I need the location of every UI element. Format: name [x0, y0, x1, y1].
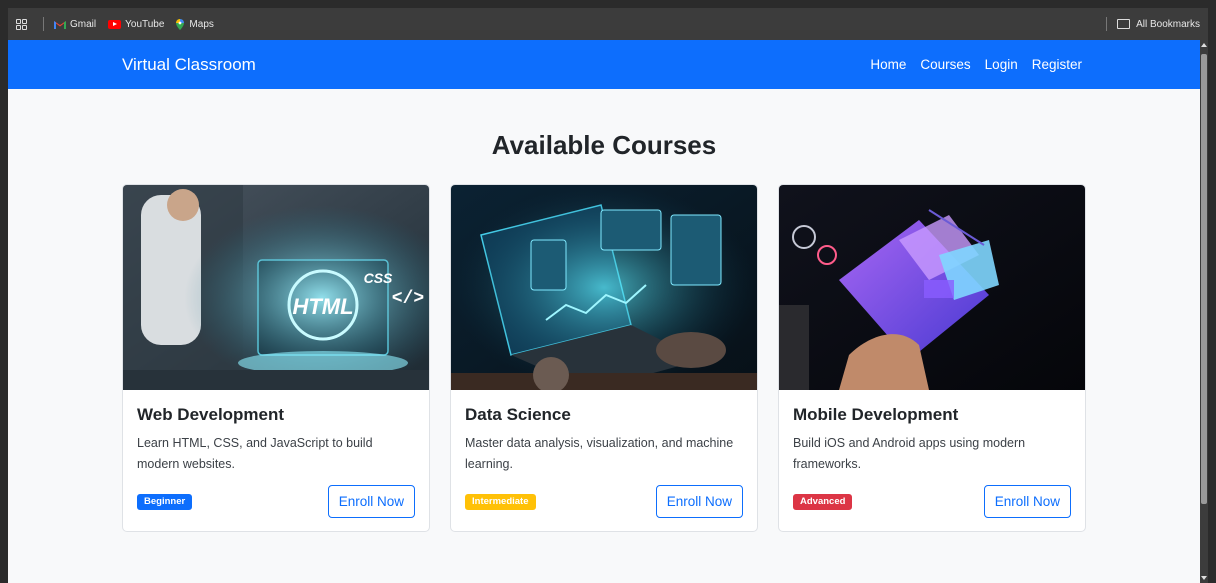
bookmarks-right-separator: [1106, 17, 1108, 31]
nav-link-login[interactable]: Login: [985, 57, 1018, 72]
level-badge: Beginner: [137, 494, 193, 510]
enroll-now-button[interactable]: Enroll Now: [983, 485, 1071, 518]
course-description: Build iOS and Android apps using modern …: [793, 436, 1026, 471]
enroll-now-button[interactable]: Enroll Now: [327, 485, 415, 518]
youtube-icon: [108, 19, 122, 29]
course-image-data-science: [451, 185, 757, 390]
enroll-now-button[interactable]: Enroll Now: [655, 485, 743, 518]
bookmark-maps[interactable]: Maps: [176, 18, 214, 30]
course-image-mobile-development: [779, 185, 1085, 390]
bookmark-youtube-label: YouTube: [125, 18, 165, 30]
svg-text:HTML: HTML: [292, 294, 353, 319]
nav-link-courses[interactable]: Courses: [920, 57, 970, 72]
navbar-brand[interactable]: Virtual Classroom: [122, 40, 256, 89]
course-description: Learn HTML, CSS, and JavaScript to build…: [137, 436, 373, 471]
course-card: HTML CSS </> Web Development Learn HTML,…: [122, 184, 430, 532]
all-bookmarks-button[interactable]: All Bookmarks: [1117, 19, 1200, 30]
nav-link-register[interactable]: Register: [1032, 57, 1082, 72]
course-card: Data Science Master data analysis, visua…: [450, 184, 758, 532]
nav-link-home[interactable]: Home: [870, 57, 906, 72]
apps-grid-icon: [16, 18, 27, 30]
page-title: Available Courses: [491, 130, 717, 160]
course-image-web-development: HTML CSS </>: [123, 185, 429, 390]
bookmarks-separator: [43, 17, 44, 31]
scroll-up-arrow-icon[interactable]: [1201, 43, 1207, 47]
navbar: Virtual Classroom Home Courses Login Reg…: [8, 40, 1200, 89]
browser-frame: Gmail YouTube Maps All Bookmarks Virtual…: [8, 8, 1208, 583]
svg-text:CSS: CSS: [364, 270, 393, 286]
bookmarks-bar: Gmail YouTube Maps All Bookmarks: [8, 8, 1208, 40]
nav-links: Home Courses Login Register: [870, 40, 1082, 89]
apps-button[interactable]: [16, 18, 27, 30]
svg-text:</>: </>: [392, 289, 424, 309]
course-title: Data Science: [465, 405, 571, 424]
course-title: Mobile Development: [793, 405, 959, 424]
bookmark-gmail[interactable]: Gmail: [54, 19, 96, 30]
course-description: Master data analysis, visualization, and…: [465, 436, 734, 471]
all-bookmarks-label: All Bookmarks: [1136, 18, 1200, 30]
level-badge: Intermediate: [465, 494, 536, 510]
maps-icon: [176, 18, 185, 30]
gmail-icon: [54, 20, 66, 29]
scrollbar-thumb[interactable]: [1201, 54, 1207, 504]
bookmark-youtube[interactable]: YouTube: [108, 19, 164, 30]
folder-icon: [1117, 19, 1131, 29]
scrollbar[interactable]: [1200, 40, 1208, 583]
course-card: Mobile Development Build iOS and Android…: [778, 184, 1086, 532]
scroll-down-arrow-icon[interactable]: [1201, 576, 1207, 580]
bookmark-gmail-label: Gmail: [70, 18, 97, 30]
course-title: Web Development: [137, 405, 285, 424]
bookmark-maps-label: Maps: [189, 18, 214, 30]
level-badge: Advanced: [793, 494, 853, 510]
